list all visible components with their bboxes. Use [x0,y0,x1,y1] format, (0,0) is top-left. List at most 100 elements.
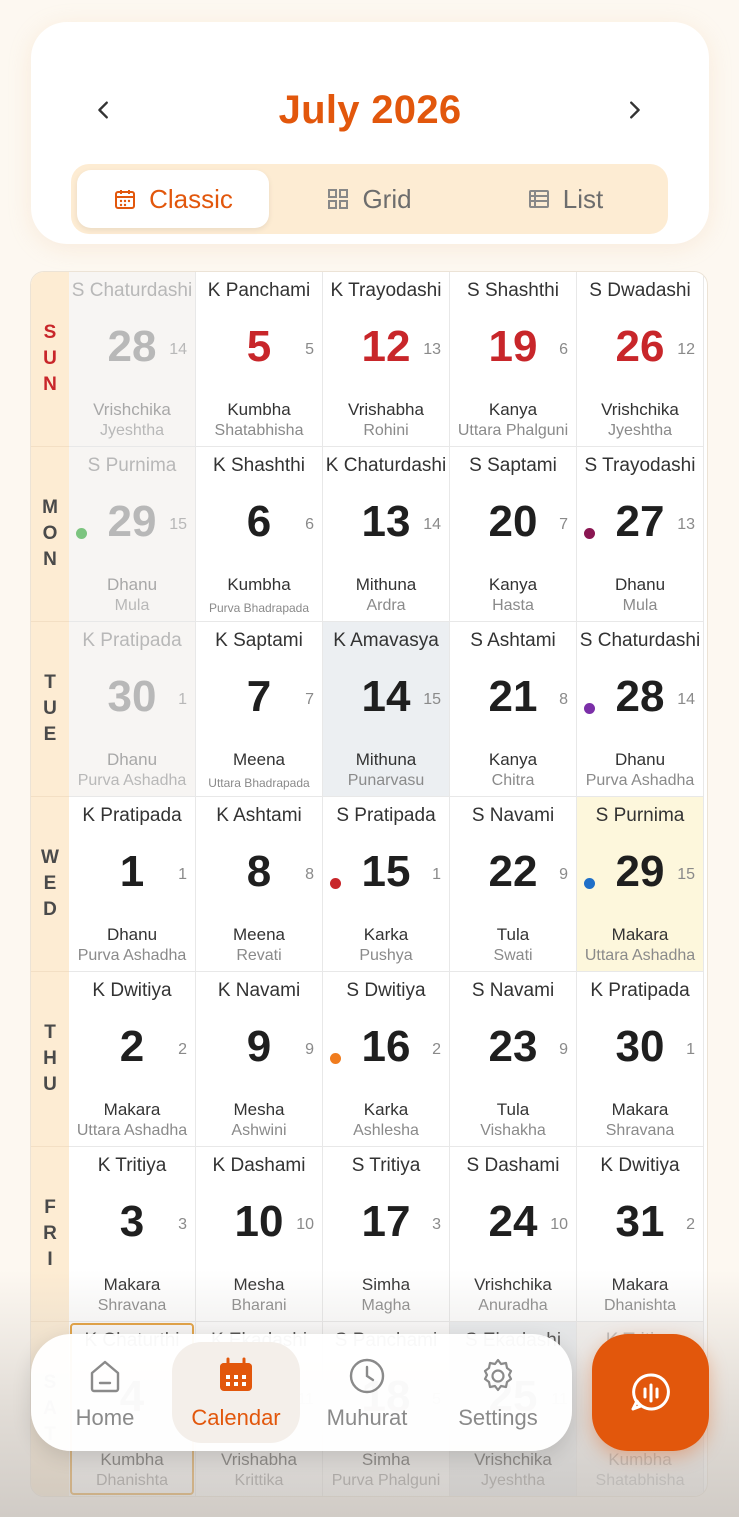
tab-list[interactable]: List [469,170,661,228]
nakshatra-label: Jyeshtha [607,422,673,439]
next-month-button[interactable] [612,88,656,132]
tithi-number: 15 [677,866,695,883]
date-number: 3 [119,1197,145,1246]
day-cell[interactable]: S Navami 22 9 Tula Swati [450,797,577,972]
nav-muhurat[interactable]: Muhurat [303,1342,431,1443]
bottom-navigation: Home Calendar Muhurat Settings [31,1334,572,1451]
day-cell[interactable]: S Dwitiya 16 2 Karka Ashlesha [323,972,450,1147]
tithi-label: S Dwitiya [346,980,426,1001]
nakshatra-label: Shravana [97,1297,167,1314]
tithi-number: 2 [686,1216,695,1233]
tithi-label: S Dwadashi [589,280,691,301]
day-letter: S [43,322,57,343]
tab-classic[interactable]: Classic [77,170,269,228]
date-number: 30 [107,672,157,721]
tithi-number: 1 [686,1041,695,1058]
rashi-label: Mesha [233,1100,285,1119]
nakshatra-label: Anuradha [478,1297,548,1314]
day-cell[interactable]: S Shashthi 19 6 Kanya Uttara Phalguni [450,272,577,447]
day-cell[interactable]: S Trayodashi 27 13 Dhanu Mula [577,447,704,622]
day-cell[interactable]: K Chaturdashi 13 14 Mithuna Ardra [323,447,450,622]
day-cell[interactable]: S Saptami 20 7 Kanya Hasta [450,447,577,622]
day-cell[interactable]: S Navami 23 9 Tula Vishakha [450,972,577,1147]
day-cell[interactable]: S Ashtami 21 8 Kanya Chitra [450,622,577,797]
rashi-label: Mithuna [355,575,417,594]
day-cell[interactable]: K Pratipada 30 1 Makara Shravana [577,972,704,1147]
tithi-number: 14 [423,516,441,533]
day-cell[interactable]: K Amavasya 14 15 Mithuna Punarvasu [323,622,450,797]
day-cell[interactable]: K Dwitiya 31 2 Makara Dhanishta [577,1147,704,1322]
day-cell[interactable]: K Saptami 7 7 Meena Uttara Bhadrapada [196,622,323,797]
tithi-number: 10 [296,1216,314,1233]
rashi-label: Kumbha [608,1450,672,1469]
day-cell[interactable]: K Trayodashi 12 13 Vrishabha Rohini [323,272,450,447]
tab-grid[interactable]: Grid [273,170,465,228]
day-letter: W [41,847,59,868]
day-cell[interactable]: S Dashami 24 10 Vrishchika Anuradha [450,1147,577,1322]
rashi-label: Kumbha [227,400,291,419]
tithi-number: 8 [305,866,314,883]
day-cell[interactable]: S Pratipada 15 1 Karka Pushya [323,797,450,972]
rashi-label: Simha [361,1275,411,1294]
rashi-label: Dhanu [106,750,158,769]
day-cell[interactable]: K Pratipada 1 1 Dhanu Purva Ashadha [69,797,196,972]
tithi-number: 15 [423,691,441,708]
tithi-number: 6 [559,341,568,358]
day-cell[interactable]: S Tritiya 17 3 Simha Magha [323,1147,450,1322]
tithi-number: 6 [305,516,314,533]
day-letter: T [44,672,56,693]
date-number: 21 [488,672,538,721]
rashi-label: Mesha [233,1275,285,1294]
grid-icon [328,189,349,209]
day-cell[interactable]: S Purnima 29 15 Makara Uttara Ashadha [577,797,704,972]
voice-assistant-button[interactable] [592,1334,709,1451]
tithi-label: S Saptami [469,455,557,476]
rashi-label: Vrishchika [474,1275,552,1294]
rashi-label: Karka [363,925,409,944]
tithi-label: S Purnima [595,805,685,826]
rashi-label: Dhanu [106,575,158,594]
day-cell[interactable]: K Shashthi 6 6 Kumbha Purva Bhadrapada [196,447,323,622]
tithi-label: K Dwitiya [92,980,172,1001]
nakshatra-label: Mula [622,597,658,614]
tithi-label: S Trayodashi [584,455,696,476]
day-cell[interactable]: K Tritiya 3 3 Makara Shravana [69,1147,196,1322]
tithi-label: K Trayodashi [330,280,442,301]
rashi-label: Tula [496,1100,530,1119]
day-letter: E [43,724,57,745]
nakshatra-label: Shatabhisha [214,422,304,439]
tithi-number: 1 [178,866,187,883]
nakshatra-label: Revati [236,947,282,964]
day-cell[interactable]: K Dashami 10 10 Mesha Bharani [196,1147,323,1322]
month-header-card: July 2026 Classic Grid List [31,22,709,244]
day-letter: D [43,899,57,920]
nav-settings[interactable]: Settings [434,1342,562,1443]
date-number: 8 [246,847,272,896]
nakshatra-label: Shravana [605,1122,675,1139]
day-cell[interactable]: S Dwadashi 26 12 Vrishchika Jyeshtha [577,272,704,447]
day-cell[interactable]: K Navami 9 9 Mesha Ashwini [196,972,323,1147]
date-number: 5 [246,322,272,371]
day-cell[interactable]: K Ashtami 8 8 Meena Revati [196,797,323,972]
rashi-label: Vrishchika [601,400,679,419]
day-cell[interactable]: K Pratipada 30 1 Dhanu Purva Ashadha [69,622,196,797]
day-cell[interactable]: S Chaturdashi 28 14 Vrishchika Jyeshtha [69,272,196,447]
tithi-label: S Tritiya [351,1155,421,1176]
day-cell[interactable]: S Purnima 29 15 Dhanu Mula [69,447,196,622]
nav-home[interactable]: Home [41,1342,169,1443]
tab-classic-label: Classic [149,183,233,214]
rashi-label: Karka [363,1100,409,1119]
nav-calendar[interactable]: Calendar [172,1342,300,1443]
tithi-label: K Saptami [215,630,303,651]
rashi-label: Makara [611,1275,669,1294]
day-label-mon: MON [31,447,69,622]
rashi-label: Simha [361,1450,411,1469]
nakshatra-label: Uttara Phalguni [457,422,569,439]
day-cell[interactable]: S Chaturdashi 28 14 Dhanu Purva Ashadha [577,622,704,797]
day-label-wed: WED [31,797,69,972]
day-cell[interactable]: K Panchami 5 5 Kumbha Shatabhisha [196,272,323,447]
rashi-label: Kumbha [227,575,291,594]
day-cell[interactable]: K Dwitiya 2 2 Makara Uttara Ashadha [69,972,196,1147]
tithi-number: 7 [559,516,568,533]
date-number: 2 [119,1022,145,1071]
